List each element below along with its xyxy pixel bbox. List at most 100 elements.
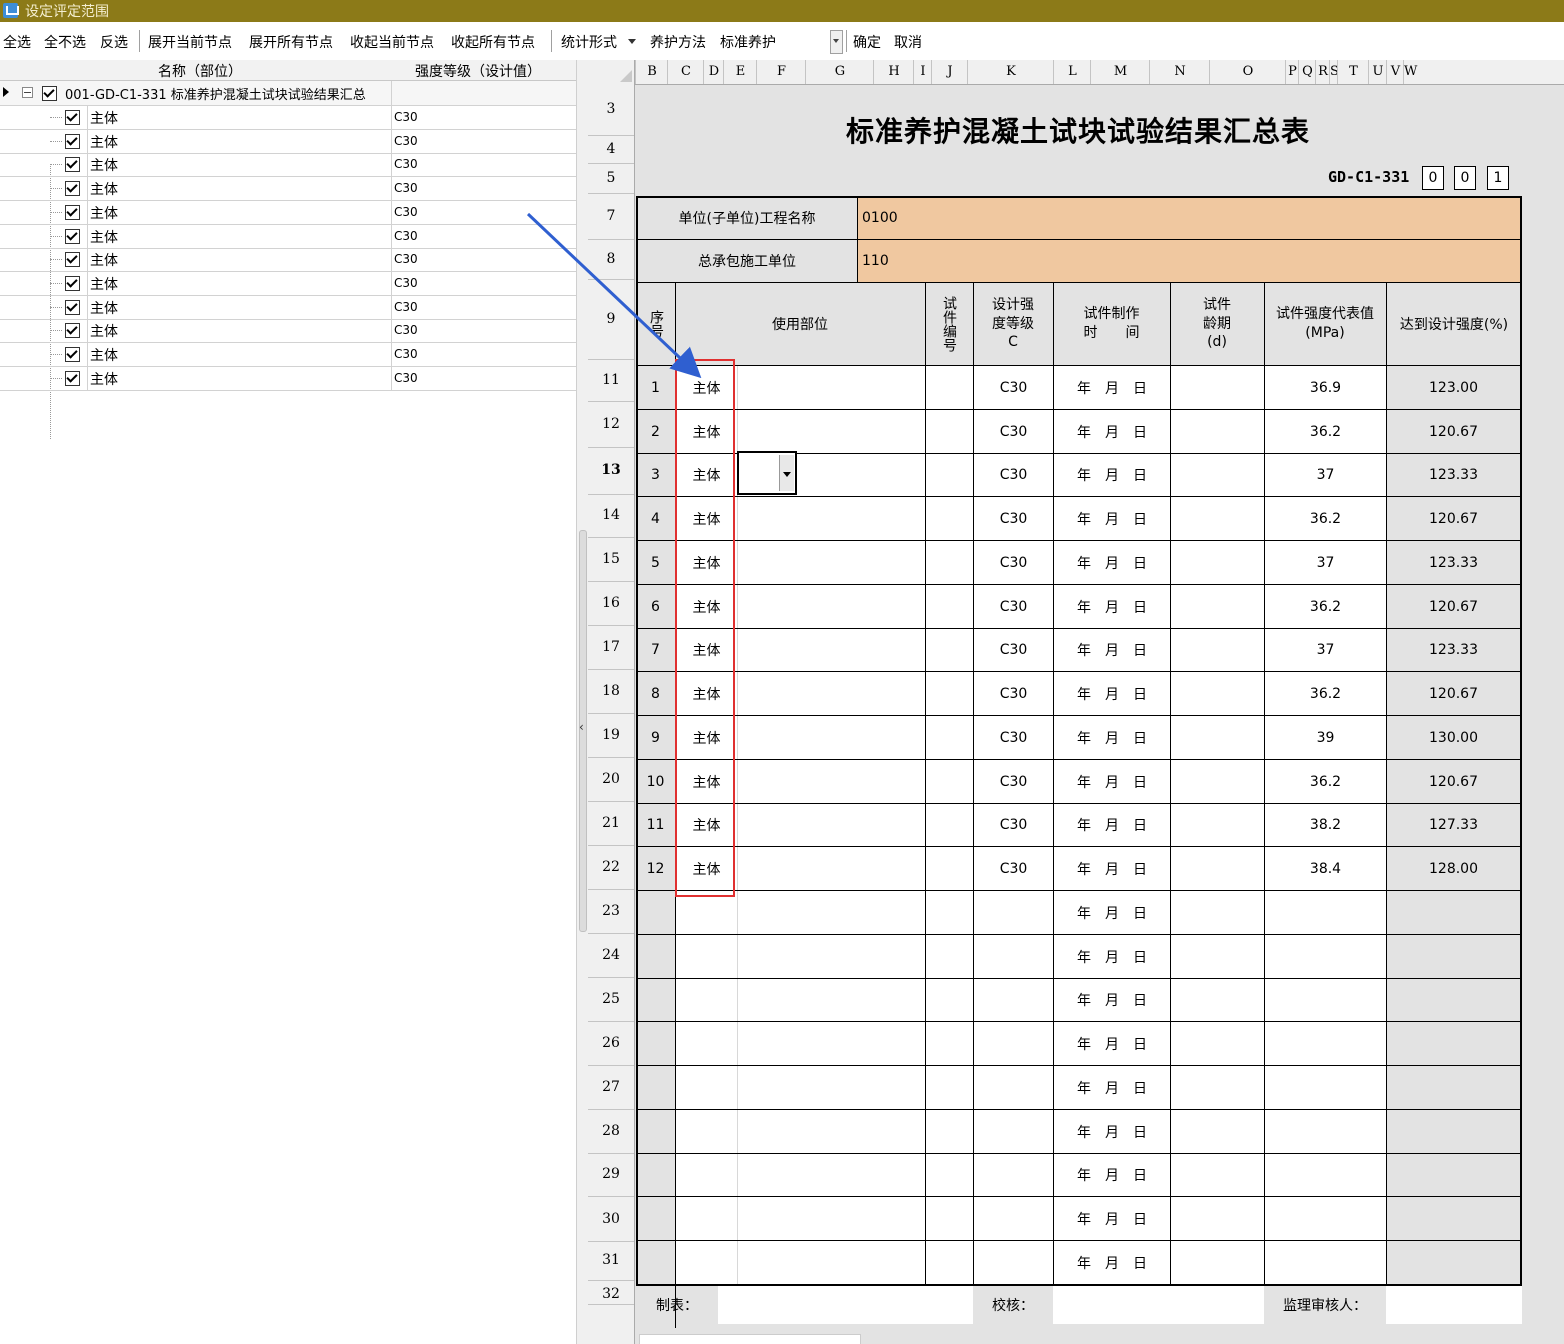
age-cell[interactable] (1171, 1197, 1264, 1241)
age-cell[interactable] (1171, 891, 1264, 935)
make-date-cell[interactable]: 年 月 日 (1054, 366, 1170, 410)
part-cell[interactable]: 主体 (676, 366, 737, 410)
specimen-no-cell[interactable] (926, 847, 973, 891)
row-header[interactable]: 24 (588, 933, 634, 978)
make-date-cell[interactable]: 年 月 日 (1054, 759, 1170, 804)
part-detail-cell[interactable] (738, 584, 925, 629)
column-header[interactable]: L (1053, 60, 1091, 84)
strength-cell[interactable]: 37 (1265, 541, 1386, 585)
chevron-left-icon[interactable]: ‹ (579, 720, 584, 734)
confirm-button[interactable]: 确定 (853, 32, 881, 52)
part-detail-cell[interactable] (738, 541, 925, 585)
age-cell[interactable] (1171, 1109, 1264, 1154)
column-header[interactable]: J (931, 60, 968, 84)
tree-row[interactable]: 主体 C30 (0, 152, 576, 178)
column-header[interactable]: R (1315, 60, 1330, 84)
tree-item-checkbox[interactable] (65, 275, 80, 291)
column-header[interactable]: N (1149, 60, 1210, 84)
tree-row[interactable]: 主体 C30 (0, 176, 576, 202)
part-cell[interactable] (676, 1241, 737, 1285)
age-cell[interactable] (1171, 1022, 1264, 1066)
column-header[interactable]: H (873, 60, 914, 84)
part-cell[interactable]: 主体 (676, 453, 737, 498)
column-header[interactable]: I (913, 60, 932, 84)
row-header[interactable]: 19 (588, 713, 634, 758)
part-detail-cell[interactable] (738, 934, 925, 979)
row-header[interactable]: 13 (588, 447, 634, 495)
part-cell[interactable] (676, 978, 737, 1023)
specimen-no-cell[interactable] (926, 453, 973, 498)
select-all-corner[interactable] (588, 60, 635, 84)
tree-root-checkbox[interactable] (42, 86, 57, 101)
part-detail-cell[interactable] (738, 628, 925, 673)
part-cell[interactable]: 主体 (676, 847, 737, 891)
strength-cell[interactable] (1265, 1022, 1386, 1066)
row-header[interactable]: 31 (588, 1240, 634, 1281)
design-grade-cell[interactable]: C30 (974, 759, 1053, 804)
part-cell[interactable] (676, 934, 737, 979)
sheet-tab[interactable] (639, 1334, 861, 1344)
specimen-no-cell[interactable] (926, 1109, 973, 1154)
strength-cell[interactable]: 36.9 (1265, 366, 1386, 410)
tree-item-checkbox[interactable] (65, 204, 80, 220)
tree-row[interactable]: 主体 C30 (0, 318, 576, 344)
column-header[interactable]: B (635, 60, 668, 84)
row-header[interactable]: 4 (588, 135, 634, 164)
column-header[interactable]: D (703, 60, 724, 84)
design-grade-cell[interactable] (974, 1066, 1053, 1110)
part-cell[interactable] (676, 1197, 737, 1241)
make-date-cell[interactable]: 年 月 日 (1054, 497, 1170, 541)
tree-item-checkbox[interactable] (65, 252, 80, 268)
make-date-cell[interactable]: 年 月 日 (1054, 847, 1170, 891)
specimen-no-cell[interactable] (926, 409, 973, 454)
age-cell[interactable] (1171, 847, 1264, 891)
design-grade-cell[interactable]: C30 (974, 672, 1053, 716)
cure-method-select[interactable]: 标准养护 (720, 32, 776, 52)
row-header[interactable]: 21 (588, 801, 634, 846)
strength-cell[interactable]: 36.2 (1265, 584, 1386, 629)
row-header[interactable]: 12 (588, 401, 634, 448)
strength-cell[interactable]: 38.4 (1265, 847, 1386, 891)
specimen-no-cell[interactable] (926, 366, 973, 410)
specimen-no-cell[interactable] (926, 759, 973, 804)
specimen-no-cell[interactable] (926, 1066, 973, 1110)
strength-cell[interactable]: 36.2 (1265, 759, 1386, 804)
design-grade-cell[interactable] (974, 1241, 1053, 1285)
part-cell[interactable]: 主体 (676, 803, 737, 848)
make-date-cell[interactable]: 年 月 日 (1054, 1197, 1170, 1241)
strength-cell[interactable] (1265, 978, 1386, 1023)
expand-all-nodes-button[interactable]: 展开所有节点 (249, 32, 333, 52)
invert-selection-button[interactable]: 反选 (100, 32, 128, 52)
specimen-no-cell[interactable] (926, 672, 973, 716)
part-detail-cell[interactable] (738, 716, 925, 760)
make-date-cell[interactable]: 年 月 日 (1054, 1153, 1170, 1198)
specimen-no-cell[interactable] (926, 1022, 973, 1066)
make-date-cell[interactable]: 年 月 日 (1054, 891, 1170, 935)
design-grade-cell[interactable]: C30 (974, 847, 1053, 891)
checker-value[interactable] (1053, 1286, 1264, 1324)
part-cell[interactable]: 主体 (676, 759, 737, 804)
specimen-no-cell[interactable] (926, 628, 973, 673)
specimen-no-cell[interactable] (926, 1197, 973, 1241)
part-detail-combo[interactable] (737, 451, 797, 495)
part-cell[interactable] (676, 1066, 737, 1110)
strength-cell[interactable] (1265, 1197, 1386, 1241)
cancel-button[interactable]: 取消 (894, 32, 922, 52)
make-date-cell[interactable]: 年 月 日 (1054, 584, 1170, 629)
make-date-cell[interactable]: 年 月 日 (1054, 1241, 1170, 1285)
unit-value[interactable]: 0100 (858, 197, 1520, 239)
row-header[interactable]: 7 (588, 193, 634, 240)
row-header[interactable]: 17 (588, 625, 634, 670)
specimen-no-cell[interactable] (926, 716, 973, 760)
strength-cell[interactable]: 36.2 (1265, 409, 1386, 454)
tree-item-checkbox[interactable] (65, 370, 80, 386)
part-cell[interactable] (676, 1153, 737, 1198)
row-header[interactable]: 15 (588, 537, 634, 582)
row-header[interactable]: 18 (588, 669, 634, 714)
part-cell[interactable] (676, 1022, 737, 1066)
row-header[interactable]: 20 (588, 757, 634, 802)
design-grade-cell[interactable]: C30 (974, 716, 1053, 760)
age-cell[interactable] (1171, 584, 1264, 629)
row-header[interactable]: 23 (588, 889, 634, 934)
collapse-toggle-icon[interactable] (22, 87, 33, 98)
